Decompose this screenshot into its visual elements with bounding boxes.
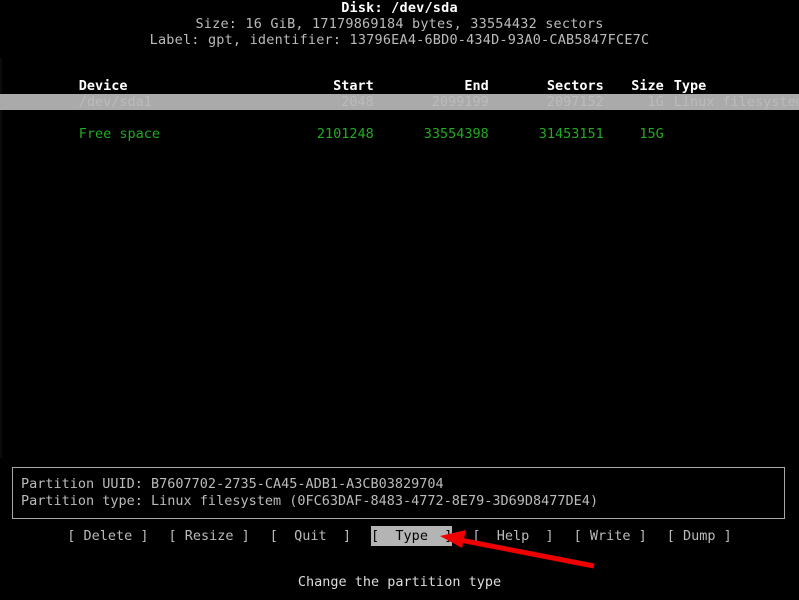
status-hint: Change the partition type [297, 574, 502, 590]
partition-type-line: Partition type: Linux filesystem (0FC63D… [21, 493, 599, 509]
resize-button[interactable]: [ Resize ] [168, 526, 249, 546]
row-end: 2101247 [431, 110, 489, 126]
row-sectors: 31453151 [538, 126, 604, 142]
delete-button[interactable]: [ Delete ] [67, 526, 148, 546]
row-start: 2048 [341, 94, 374, 110]
disk-size-line: Size: 16 GiB, 17179869184 bytes, 3355443… [195, 16, 604, 32]
partition-table: Device Start End Sectors Size Type /dev/sda1 2… [0, 62, 799, 142]
column-header-end: End [464, 78, 489, 94]
partition-info-box: Partition UUID: B7607702-2735-CA45-ADB1-… [12, 467, 785, 519]
row-device: /dev/sda1 [78, 94, 152, 110]
row-end: 33554398 [423, 126, 489, 142]
row-start: 2099200 [316, 110, 374, 126]
disk-header: Disk: /dev/sda Size: 16 GiB, 17179869184… [0, 0, 799, 48]
column-header-size: Size [631, 78, 664, 94]
disk-label-line: Label: gpt, identifier: 13796EA4-6BD0-43… [149, 32, 650, 48]
row-size: 1M [647, 110, 664, 126]
column-header-type: Type [673, 78, 707, 94]
row-size: 15G [639, 126, 664, 142]
row-device: /dev/sda2 [78, 110, 152, 126]
row-size: 1G [647, 94, 664, 110]
row-type: Linux filesystem [673, 110, 799, 126]
partition-uuid-line: Partition UUID: B7607702-2735-CA45-ADB1-… [21, 476, 444, 492]
row-sectors: 2048 [571, 110, 604, 126]
row-start: 2101248 [316, 126, 374, 142]
type-button[interactable]: [ Type ] [371, 525, 453, 546]
quit-button[interactable]: [ Quit ] [270, 526, 351, 546]
column-header-start: Start [333, 78, 374, 94]
row-type: Linux filesystem [673, 94, 799, 110]
write-button[interactable]: [ Write ] [574, 526, 647, 546]
dump-button[interactable]: [ Dump ] [667, 526, 732, 546]
column-header-sectors: Sectors [546, 78, 604, 94]
row-end: 2099199 [431, 94, 489, 110]
column-header-device: Device [78, 78, 128, 94]
row-sectors: 2097152 [546, 94, 604, 110]
cfdisk-terminal-screen: Disk: /dev/sda Size: 16 GiB, 17179869184… [0, 0, 799, 600]
row-marker: >> [48, 110, 66, 126]
disk-title: Disk: /dev/sda [341, 0, 458, 16]
help-button[interactable]: [ Help ] [472, 526, 553, 546]
table-header-row: Device Start End Sectors Size Type [0, 62, 799, 94]
menu-bar: [ Delete ] [ Resize ] [ Quit ] [ Type ] … [0, 525, 799, 546]
row-device: Free space [78, 126, 161, 142]
